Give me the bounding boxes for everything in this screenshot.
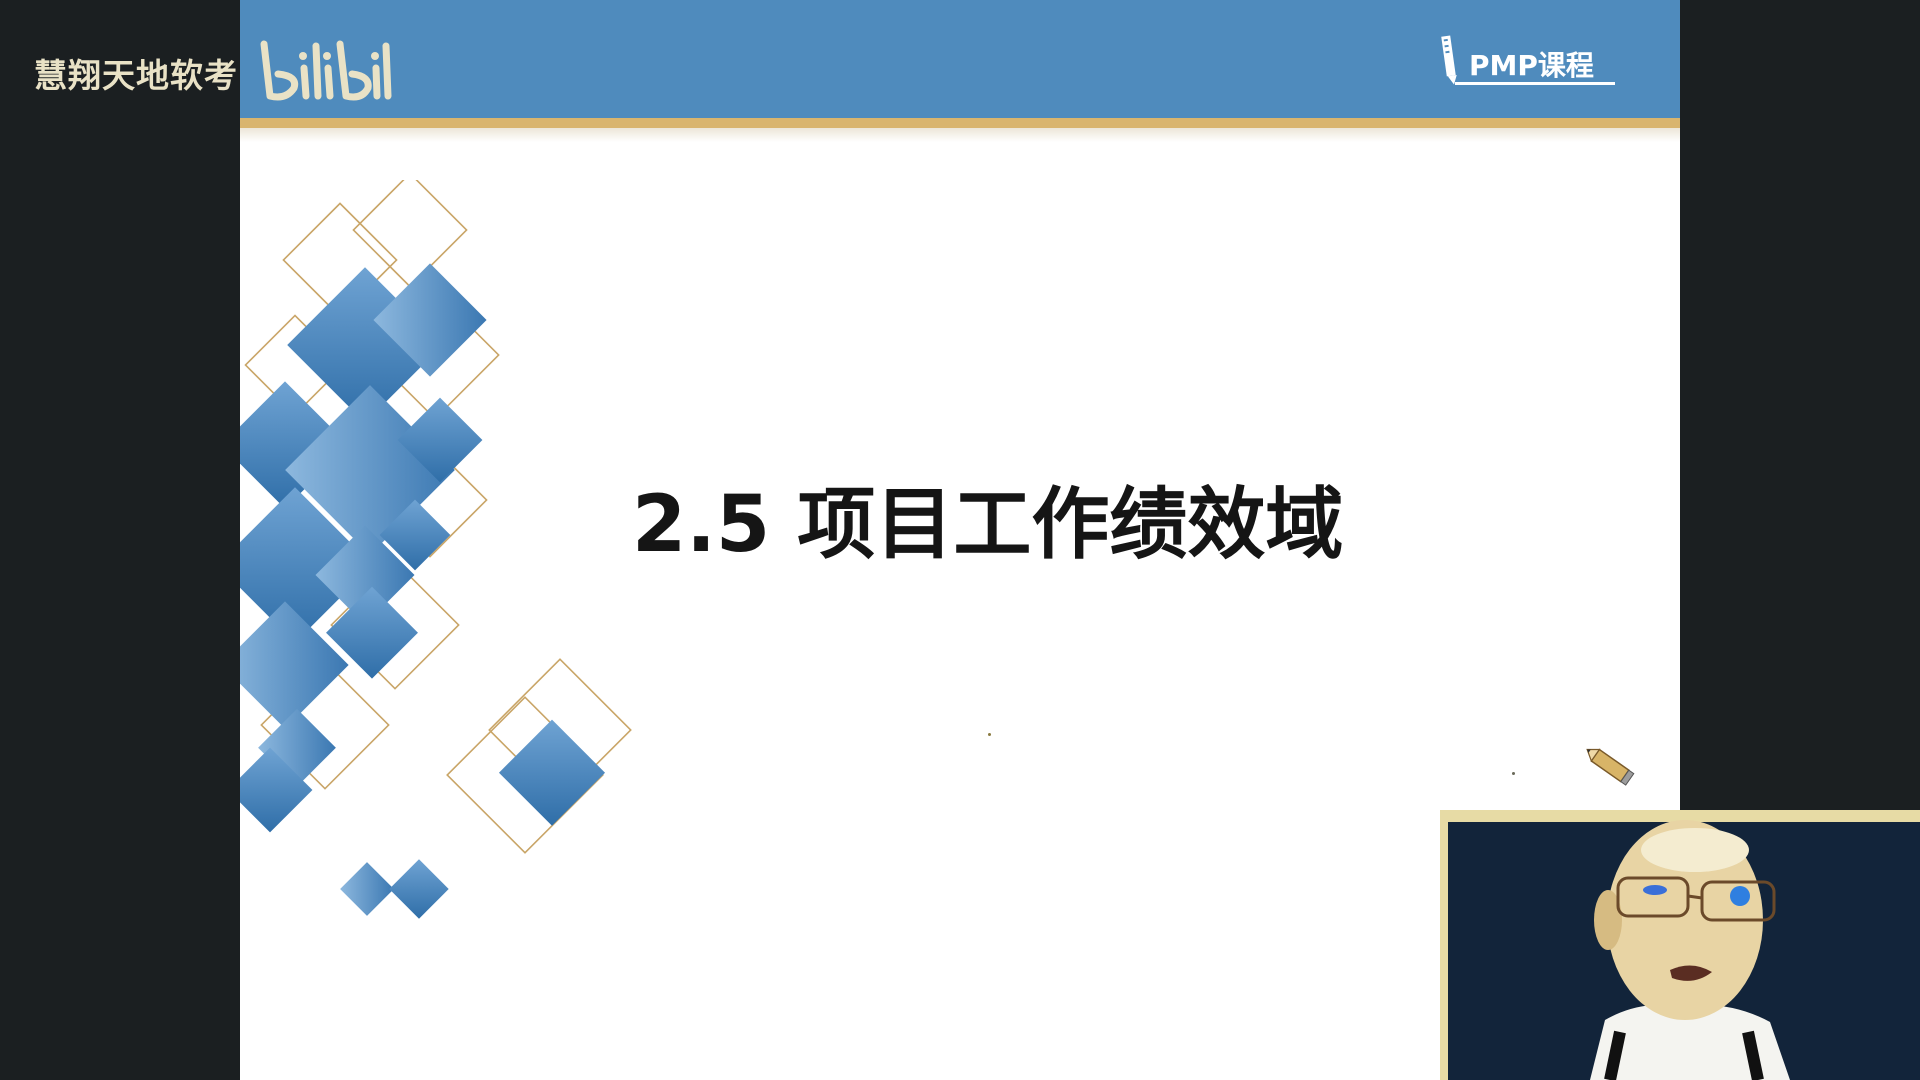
left-letterbox [0, 0, 240, 1080]
slide-header-stripe [240, 118, 1680, 128]
course-label-underline [1455, 82, 1615, 85]
pencil-icon [1586, 748, 1635, 786]
webcam-overlay [1440, 810, 1920, 1080]
slide-title: 2.5 项目工作绩效域 [632, 480, 1344, 570]
bilibili-logo-icon [260, 40, 392, 101]
slide-header-shadow [240, 128, 1680, 142]
diamond-decoration [240, 180, 632, 919]
course-label: PMP课程 [1469, 49, 1594, 82]
presenter-avatar [1590, 820, 1790, 1080]
stray-dot [1512, 772, 1515, 775]
channel-name: 慧翔天地软考 [34, 56, 238, 95]
course-badge: PMP课程 [1435, 32, 1620, 92]
pen-icon [1441, 35, 1457, 85]
stray-dot [988, 733, 991, 736]
channel-watermark: 慧翔天地软考 [34, 38, 396, 108]
